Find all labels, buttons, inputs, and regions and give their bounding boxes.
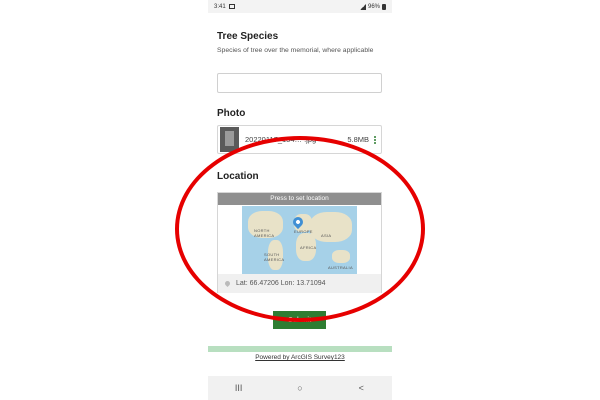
tree-species-description: Species of tree over the memorial, where… — [217, 47, 374, 54]
map-label: AUSTRALIA — [328, 265, 353, 270]
status-bar: 3:41 96% — [208, 0, 392, 13]
map-label: SOUTH AMERICA — [264, 252, 285, 262]
footer-band — [208, 346, 392, 352]
world-map[interactable]: NORTH AMERICA EUROPE ASIA AFRICA SOUTH A… — [242, 206, 357, 274]
signal-icon — [359, 3, 366, 10]
map-label: ASIA — [321, 233, 332, 238]
photo-attachment[interactable]: 20220117_154… .jpg 5.8MB — [217, 125, 382, 154]
gallery-icon — [228, 4, 235, 9]
battery-icon — [382, 3, 386, 10]
coordinates-bar: Lat: 66.47206 Lon: 13.71094 — [218, 274, 381, 293]
photo-thumbnail — [220, 127, 239, 152]
recents-button[interactable]: III — [224, 383, 254, 393]
photo-file-name: 20220117_154… .jpg — [245, 135, 317, 144]
map-label: AFRICA — [300, 245, 317, 250]
submit-button[interactable]: Submit — [273, 311, 326, 329]
location-title: Location — [217, 171, 259, 182]
back-button[interactable]: < — [346, 383, 376, 393]
coordinates-text: Lat: 66.47206 Lon: 13.71094 — [236, 280, 326, 287]
powered-by-link[interactable]: Powered by ArcGIS Survey123 — [208, 354, 392, 361]
tree-species-input[interactable] — [217, 73, 382, 93]
android-nav-bar: III ○ < — [208, 376, 392, 400]
battery-level: 96% — [367, 3, 380, 10]
photo-file-size: 5.8MB — [347, 135, 369, 144]
tree-species-title: Tree Species — [217, 31, 279, 42]
location-map[interactable]: Press to set location NORTH AMERICA EURO… — [217, 192, 382, 293]
status-time: 3:41 — [214, 3, 226, 10]
map-label: NORTH AMERICA — [254, 228, 275, 238]
continent-australia — [332, 250, 350, 263]
map-label: EUROPE — [294, 229, 313, 234]
location-icon — [223, 279, 232, 288]
map-prompt[interactable]: Press to set location — [218, 193, 381, 205]
more-icon[interactable] — [374, 135, 377, 144]
home-button[interactable]: ○ — [285, 383, 315, 393]
photo-title: Photo — [217, 108, 246, 119]
phone-screen: 3:41 96% Tree Species Species of tree ov… — [208, 0, 392, 400]
